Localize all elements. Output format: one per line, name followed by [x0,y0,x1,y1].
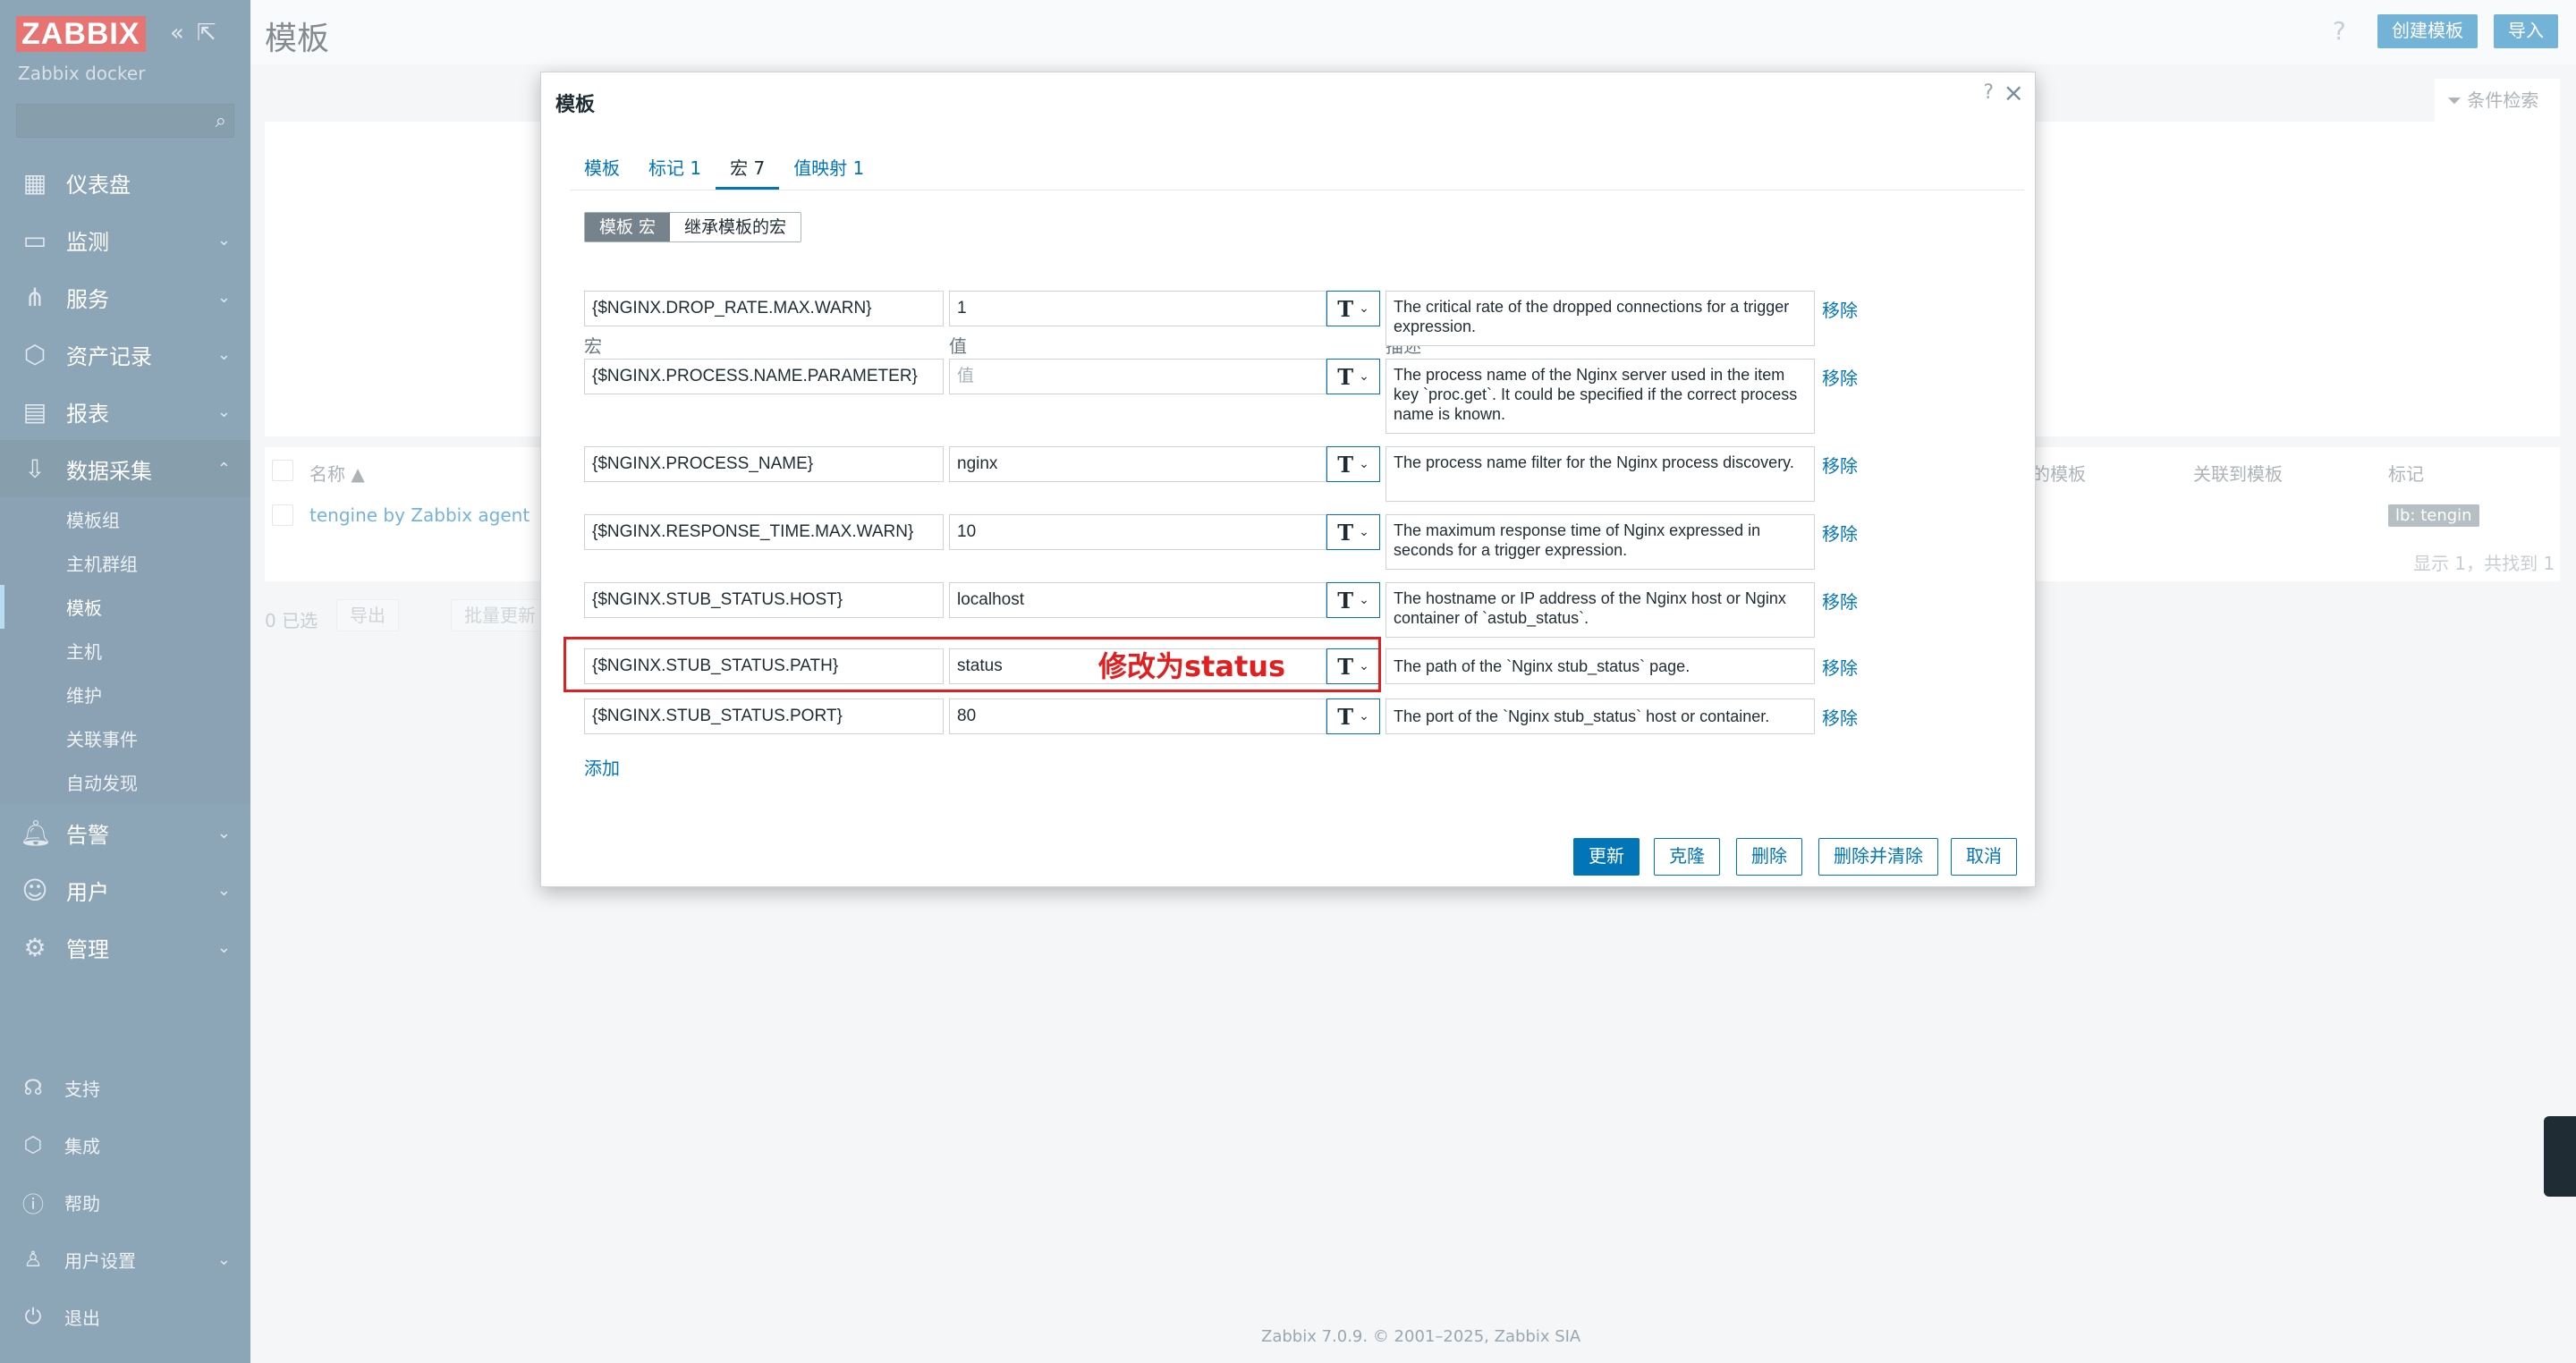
delete-button[interactable]: 删除 [1736,838,1802,876]
tab-value-mapping[interactable]: 值映射 1 [779,155,878,190]
chevron-down-icon: ⌄ [1359,525,1369,539]
remove-macro-link[interactable]: 移除 [1822,704,1858,730]
column-header-macro: 宏 [584,335,602,357]
macro-value-input[interactable]: 1 [949,291,1326,326]
tab-tags[interactable]: 标记 1 [634,155,716,190]
value-type-dropdown[interactable]: T ⌄ [1326,698,1380,734]
value-type-dropdown[interactable]: T ⌄ [1326,582,1380,618]
annotation-label: 修改为status [1098,649,1286,683]
macro-value-input[interactable]: 10 [949,514,1326,550]
macro-description-input[interactable]: The hostname or IP address of the Nginx … [1385,582,1815,638]
macro-description-input[interactable]: The path of the `Nginx stub_status` page… [1385,648,1815,684]
text-type-icon: T [1337,451,1354,478]
text-type-icon: T [1337,703,1354,730]
close-icon[interactable]: × [2004,78,2024,107]
macro-value-input[interactable]: 80 [949,698,1326,734]
macro-name-input[interactable]: {$NGINX.DROP_RATE.MAX.WARN} [584,291,944,326]
delete-and-clear-button[interactable]: 删除并清除 [1818,838,1938,876]
macro-name-input[interactable]: {$NGINX.STUB_STATUS.PORT} [584,698,944,734]
clone-button[interactable]: 克隆 [1654,838,1720,876]
value-type-dropdown[interactable]: T ⌄ [1326,446,1380,482]
template-macros-button[interactable]: 模板 宏 [585,213,671,241]
macro-value-input[interactable]: nginx [949,446,1326,482]
add-macro-link[interactable]: 添加 [584,754,620,780]
dialog-title: 模板 [555,94,596,116]
update-button[interactable]: 更新 [1573,838,1640,876]
macro-name-input[interactable]: {$NGINX.RESPONSE_TIME.MAX.WARN} [584,514,944,550]
macro-value-input[interactable]: localhost [949,582,1326,618]
chevron-down-icon: ⌄ [1359,593,1369,607]
chevron-down-icon: ⌄ [1359,301,1369,316]
side-panel-handle[interactable] [2544,1116,2576,1197]
macro-source-toggle: 模板 宏 继承模板的宏 [584,212,802,242]
remove-macro-link[interactable]: 移除 [1822,520,1858,546]
value-type-dropdown[interactable]: T ⌄ [1326,514,1380,550]
macro-description-input[interactable]: The port of the `Nginx stub_status` host… [1385,698,1815,734]
macro-name-input[interactable]: {$NGINX.STUB_STATUS.HOST} [584,582,944,618]
value-type-dropdown[interactable]: T ⌄ [1326,291,1380,326]
text-type-icon: T [1337,295,1354,322]
text-type-icon: T [1337,519,1354,546]
macro-description-input[interactable]: The process name filter for the Nginx pr… [1385,446,1815,502]
footer-copyright: Zabbix 7.0.9. © 2001–2025, Zabbix SIA [1261,1327,1581,1346]
chevron-down-icon: ⌄ [1359,457,1369,471]
macro-description-input[interactable]: The maximum response time of Nginx expre… [1385,514,1815,570]
remove-macro-link[interactable]: 移除 [1822,654,1858,680]
remove-macro-link[interactable]: 移除 [1822,588,1858,614]
cancel-button[interactable]: 取消 [1951,838,2017,876]
column-header-value: 值 [949,335,967,357]
macro-value-input[interactable]: 值 [949,359,1326,394]
text-type-icon: T [1337,363,1354,390]
tab-template[interactable]: 模板 [570,155,634,190]
macro-description-input[interactable]: The critical rate of the dropped connect… [1385,291,1815,346]
chevron-down-icon: ⌄ [1359,709,1369,724]
remove-macro-link[interactable]: 移除 [1822,452,1858,478]
remove-macro-link[interactable]: 移除 [1822,296,1858,322]
macro-name-input[interactable]: {$NGINX.PROCESS_NAME} [584,446,944,482]
text-type-icon: T [1337,587,1354,614]
macro-description-input[interactable]: The process name of the Nginx server use… [1385,359,1815,434]
value-type-dropdown[interactable]: T ⌄ [1326,359,1380,394]
template-edit-dialog: 模板 ? × 模板 标记 1 宏 7 值映射 1 模板 宏 继承模板的宏 宏 值… [540,72,2036,887]
chevron-down-icon: ⌄ [1359,369,1369,384]
inherited-macros-button[interactable]: 继承模板的宏 [670,213,801,241]
macro-name-input[interactable]: {$NGINX.PROCESS.NAME.PARAMETER} [584,359,944,394]
help-icon[interactable]: ? [1983,81,1994,104]
tab-macros[interactable]: 宏 7 [716,155,780,190]
dialog-tabs: 模板 标记 1 宏 7 值映射 1 [570,155,878,190]
remove-macro-link[interactable]: 移除 [1822,364,1858,390]
